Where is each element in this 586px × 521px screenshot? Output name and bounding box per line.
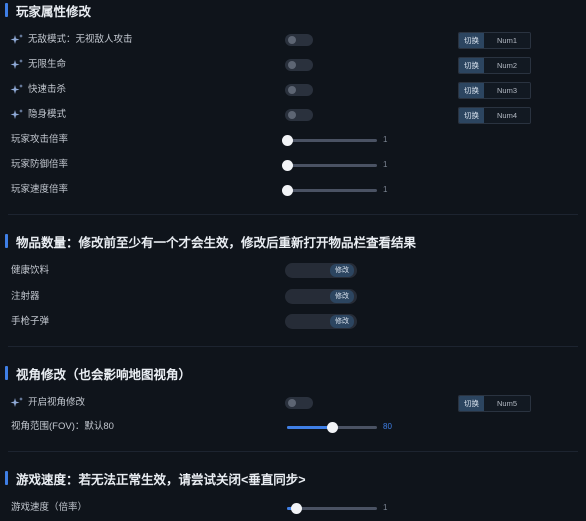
slider-label: 玩家速度倍率 <box>11 184 69 195</box>
toggle-label: 无限生命 <box>28 59 67 70</box>
hotkey-field[interactable]: Num4 <box>484 108 530 123</box>
speed-section-title: 游戏速度：若无法正常生效，请尝试关闭<垂直同步> <box>16 472 306 487</box>
slider-label: 玩家防御倍率 <box>11 159 69 170</box>
player-section-header: 玩家属性修改 <box>5 0 91 20</box>
attack-multiplier-slider[interactable] <box>282 135 377 146</box>
toggle-row-view: 开启视角修改 切换 Num5 <box>0 392 586 414</box>
hotkey-field[interactable]: Num2 <box>484 58 530 73</box>
switch-button[interactable]: 切换 <box>459 58 484 73</box>
game-speed-slider[interactable] <box>287 503 377 514</box>
section-divider <box>8 214 578 215</box>
section-accent-bar <box>5 471 8 485</box>
toggle-switch-fast-kill[interactable] <box>285 84 313 96</box>
speed-section-header: 游戏速度：若无法正常生效，请尝试关闭<垂直同步> <box>5 468 306 488</box>
hotkey-field[interactable]: Num5 <box>484 396 530 411</box>
section-accent-bar <box>5 234 8 248</box>
toggle-switch-invincible[interactable] <box>285 34 313 46</box>
slider-row-fov: 视角范围(FOV)：默认80 80 <box>0 416 586 438</box>
hotkey-field[interactable]: Num1 <box>484 33 530 48</box>
slider-label: 视角范围(FOV)：默认80 <box>11 421 114 432</box>
slider-label: 玩家攻击倍率 <box>11 134 69 145</box>
slider-value: 1 <box>383 503 388 512</box>
view-section-title: 视角修改（也会影响地图视角） <box>16 367 192 382</box>
slider-thumb[interactable] <box>327 422 338 433</box>
slider-label: 游戏速度（倍率） <box>11 502 88 513</box>
item-row-health-drink: 健康饮料 修改 <box>0 260 586 282</box>
slider-thumb[interactable] <box>291 503 302 514</box>
section-divider <box>8 346 578 347</box>
speed-multiplier-slider[interactable] <box>282 185 377 196</box>
hotkey-group: 切换 Num1 <box>458 32 531 49</box>
items-section-title: 物品数量：修改前至少有一个才会生效，修改后重新打开物品栏查看结果 <box>16 235 417 250</box>
slider-value: 1 <box>383 185 388 194</box>
toggle-switch-view[interactable] <box>285 397 313 409</box>
slider-row-attack: 玩家攻击倍率 1 <box>0 129 586 151</box>
item-row-pistol-ammo: 手枪子弹 修改 <box>0 311 586 333</box>
section-divider <box>8 451 578 452</box>
section-accent-bar <box>5 3 8 17</box>
toggle-switch-infinite-health[interactable] <box>285 59 313 71</box>
slider-thumb[interactable] <box>282 160 293 171</box>
slider-row-defense: 玩家防御倍率 1 <box>0 154 586 176</box>
modify-button[interactable]: 修改 <box>330 315 354 328</box>
toggle-label: 开启视角修改 <box>28 397 86 408</box>
fov-slider[interactable] <box>287 422 377 433</box>
item-label: 注射器 <box>11 291 40 302</box>
modify-button[interactable]: 修改 <box>330 264 354 277</box>
slider-thumb[interactable] <box>282 135 293 146</box>
sparkle-icon <box>10 84 23 94</box>
sparkle-icon <box>10 109 23 119</box>
hotkey-group: 切换 Num4 <box>458 107 531 124</box>
slider-row-speed: 玩家速度倍率 1 <box>0 179 586 201</box>
toggle-label: 隐身模式 <box>28 109 67 120</box>
hotkey-group: 切换 Num2 <box>458 57 531 74</box>
defense-multiplier-slider[interactable] <box>282 160 377 171</box>
toggle-row-infinite-health: 无限生命 切换 Num2 <box>0 54 586 76</box>
sparkle-icon <box>10 59 23 69</box>
toggle-row-stealth: 隐身模式 切换 Num4 <box>0 104 586 126</box>
switch-button[interactable]: 切换 <box>459 33 484 48</box>
switch-button[interactable]: 切换 <box>459 396 484 411</box>
sparkle-icon <box>10 397 23 407</box>
view-section-header: 视角修改（也会影响地图视角） <box>5 363 191 383</box>
toggle-row-invincible: 无敌模式：无视敌人攻击 切换 Num1 <box>0 29 586 51</box>
item-row-syringe: 注射器 修改 <box>0 286 586 308</box>
item-label: 手枪子弹 <box>11 316 50 327</box>
slider-fill <box>287 426 332 429</box>
switch-button[interactable]: 切换 <box>459 83 484 98</box>
toggle-row-fast-kill: 快速击杀 切换 Num3 <box>0 79 586 101</box>
toggle-label: 无敌模式：无视敌人攻击 <box>28 34 133 45</box>
slider-row-game-speed: 游戏速度（倍率） 1 <box>0 497 586 519</box>
slider-value: 1 <box>383 160 388 169</box>
hotkey-group: 切换 Num5 <box>458 395 531 412</box>
switch-button[interactable]: 切换 <box>459 108 484 123</box>
item-label: 健康饮料 <box>11 265 50 276</box>
slider-thumb[interactable] <box>282 185 293 196</box>
modify-button[interactable]: 修改 <box>330 290 354 303</box>
slider-value: 1 <box>383 135 388 144</box>
toggle-label: 快速击杀 <box>28 84 67 95</box>
player-section-title: 玩家属性修改 <box>16 4 92 19</box>
slider-value: 80 <box>383 422 392 431</box>
sparkle-icon <box>10 34 23 44</box>
toggle-switch-stealth[interactable] <box>285 109 313 121</box>
hotkey-field[interactable]: Num3 <box>484 83 530 98</box>
items-section-header: 物品数量：修改前至少有一个才会生效，修改后重新打开物品栏查看结果 <box>5 231 416 251</box>
hotkey-group: 切换 Num3 <box>458 82 531 99</box>
section-accent-bar <box>5 366 8 380</box>
